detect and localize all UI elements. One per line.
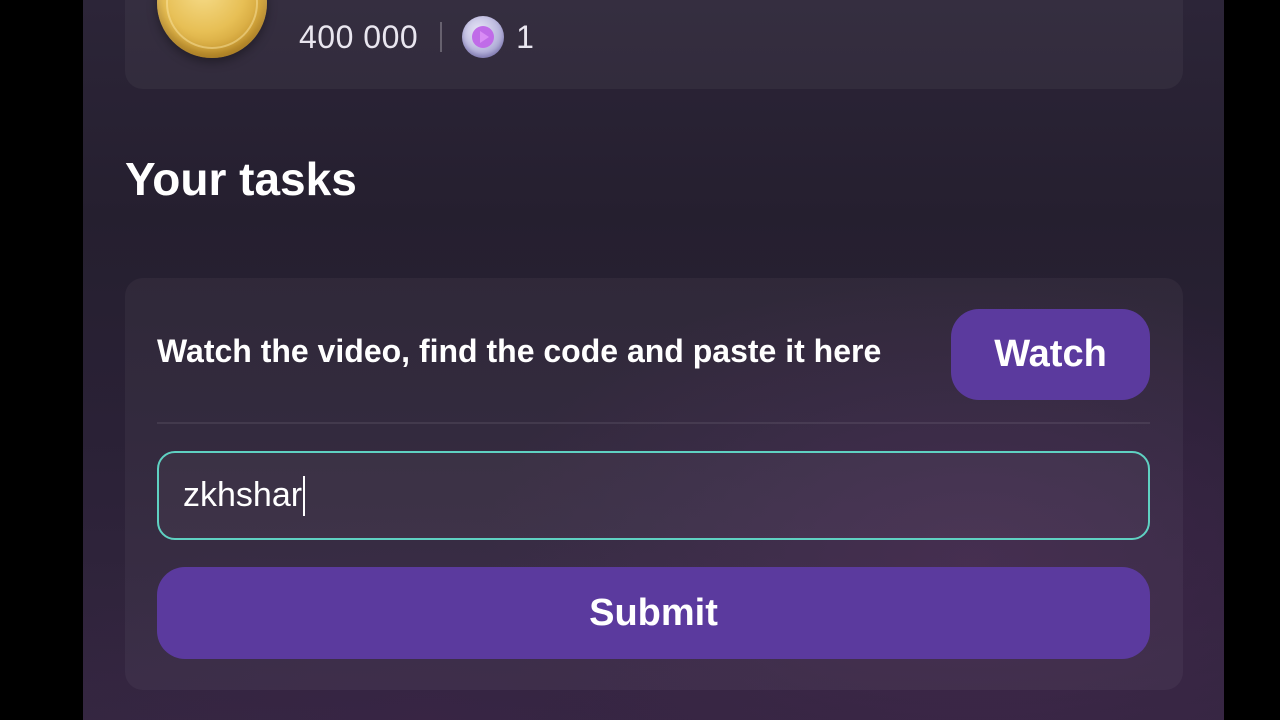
section-title: Your tasks bbox=[125, 153, 357, 205]
reward-card bbox=[125, 0, 1183, 89]
text-caret bbox=[303, 475, 306, 516]
app-screen: 400 000 1 Your tasks Watch the video, fi… bbox=[83, 0, 1224, 720]
submit-button[interactable]: Submit bbox=[157, 567, 1150, 659]
divider bbox=[157, 422, 1150, 424]
reward-summary: 400 000 1 bbox=[299, 14, 534, 60]
code-input[interactable]: zkhshar bbox=[157, 451, 1150, 540]
coin-amount: 400 000 bbox=[299, 18, 419, 55]
task-description: Watch the video, find the code and paste… bbox=[157, 333, 882, 369]
code-input-value: zkhshar bbox=[183, 476, 303, 514]
task-card: Watch the video, find the code and paste… bbox=[125, 278, 1183, 690]
play-ticket-icon bbox=[462, 16, 505, 58]
ticket-count: 1 bbox=[516, 18, 534, 55]
reward-divider bbox=[440, 22, 443, 52]
watch-button[interactable]: Watch bbox=[951, 309, 1150, 400]
